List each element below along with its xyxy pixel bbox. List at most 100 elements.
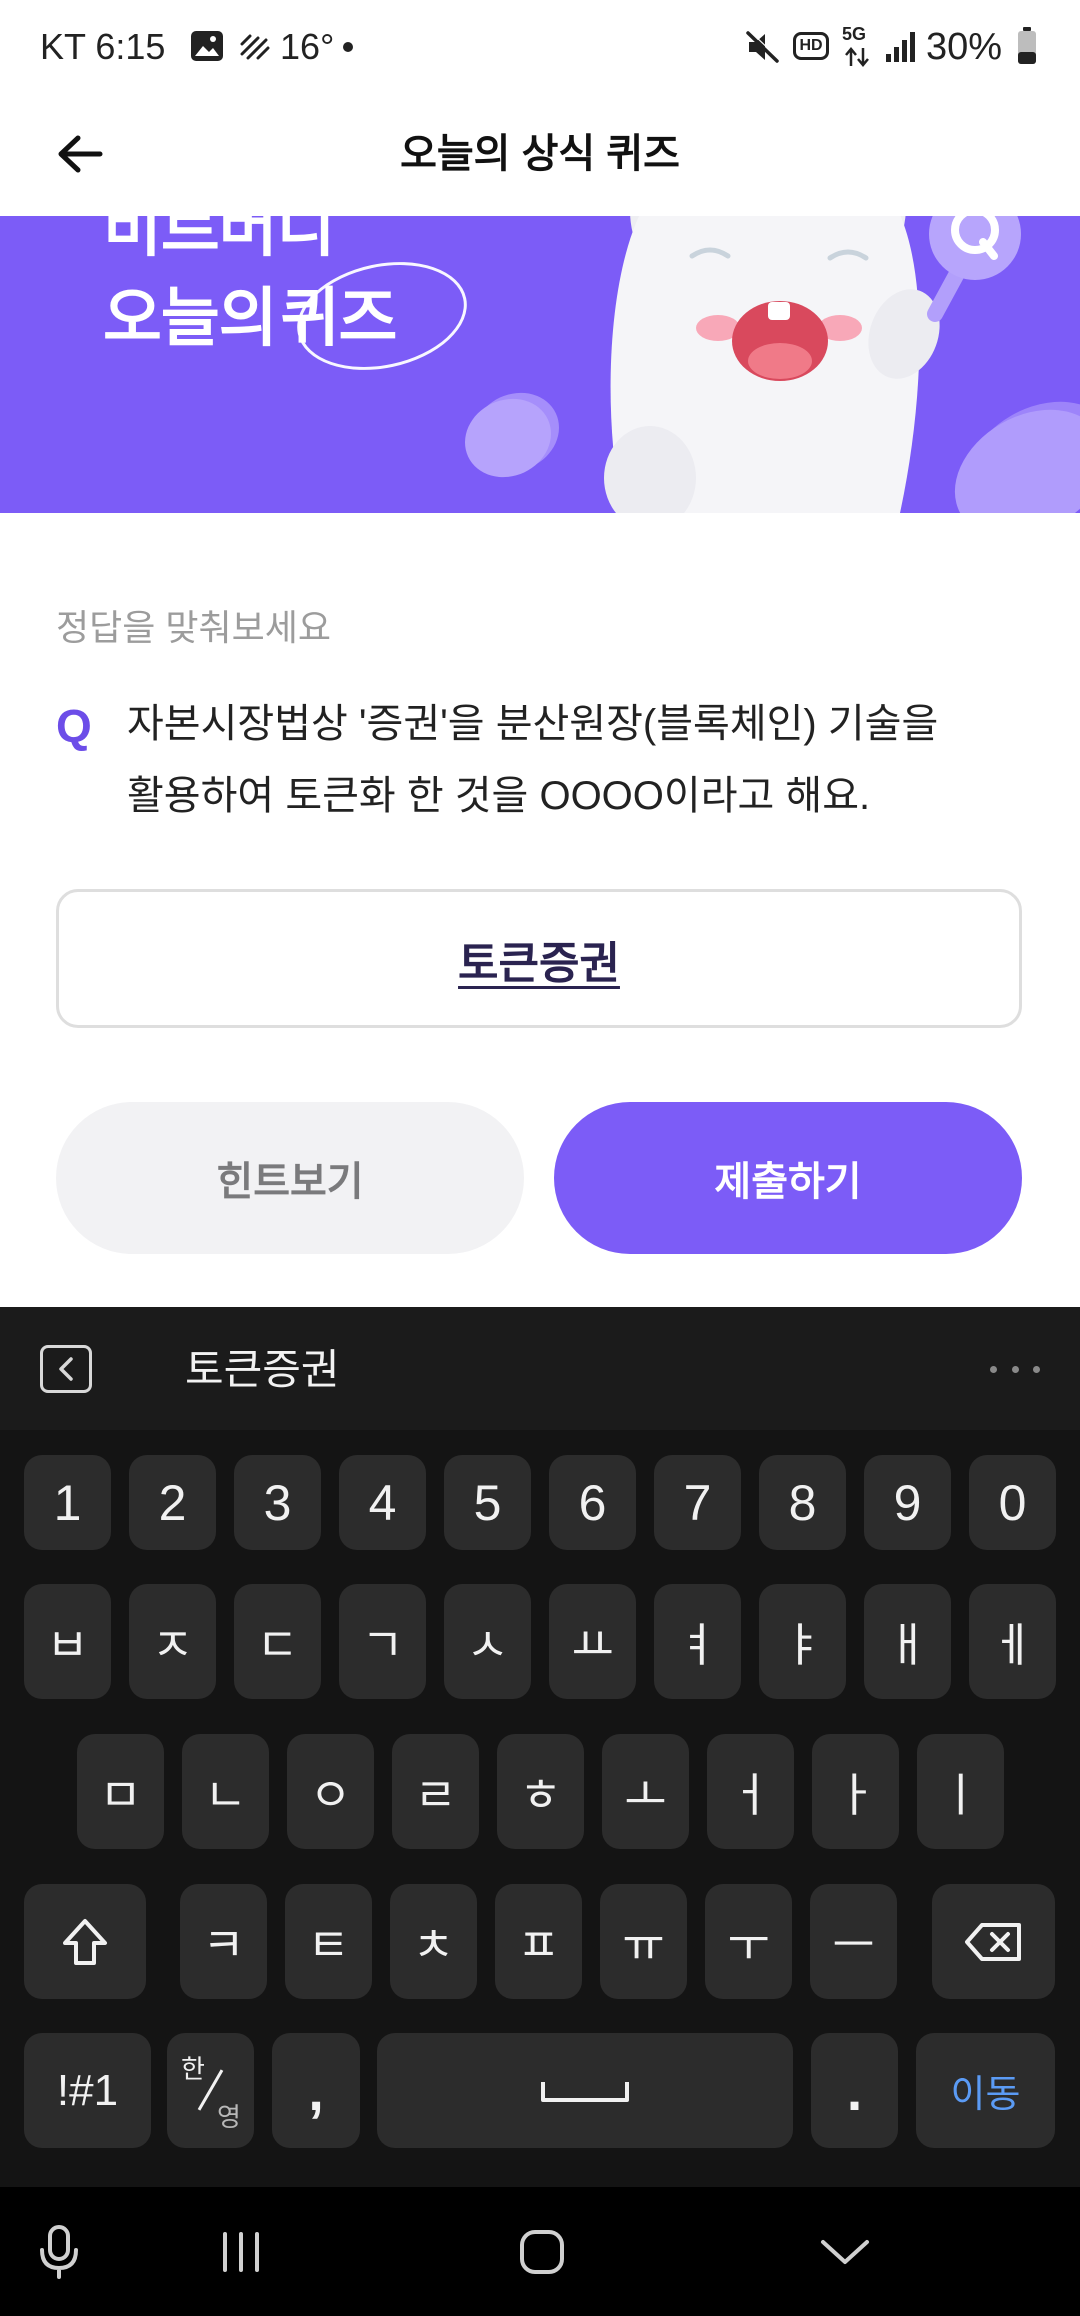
letter-key[interactable]: ㅍ bbox=[495, 1884, 582, 1999]
question-line-2: 활용하여 토큰화 한 것을 OOOO이라고 해요. bbox=[127, 774, 871, 818]
recent-apps-icon bbox=[223, 2232, 259, 2272]
space-key[interactable] bbox=[377, 2033, 793, 2148]
letter-key[interactable]: ㅁ bbox=[77, 1734, 164, 1849]
number-key[interactable]: 5 bbox=[444, 1455, 531, 1550]
question-text: 자본시장법상 '증권'을 분산원장(블록체인) 기술을 활용하여 토큰화 한 것… bbox=[127, 688, 1047, 832]
letter-key[interactable]: ㅅ bbox=[444, 1584, 531, 1699]
space-bar-icon bbox=[541, 2081, 629, 2102]
letter-key[interactable]: ㄱ bbox=[339, 1584, 426, 1699]
letter-key[interactable]: ㅗ bbox=[602, 1734, 689, 1849]
home-icon bbox=[520, 2230, 564, 2274]
weather-haze-icon bbox=[240, 34, 270, 60]
hide-keyboard-button[interactable] bbox=[800, 2207, 890, 2297]
more-options-button[interactable] bbox=[990, 1357, 1040, 1381]
language-toggle-bottom: 영 bbox=[217, 2102, 241, 2132]
temperature: 16° bbox=[280, 26, 335, 67]
language-toggle-top: 한 bbox=[181, 2054, 205, 2084]
more-dot bbox=[990, 1365, 997, 1373]
letter-key[interactable]: ㅓ bbox=[707, 1734, 794, 1849]
backspace-key[interactable] bbox=[932, 1884, 1055, 1999]
banner-title-prefix: 오늘의 bbox=[103, 282, 278, 354]
number-row: 1234567890 bbox=[24, 1455, 1056, 1550]
quiz-banner: 비트버디 오늘의퀴즈 bbox=[0, 216, 1080, 513]
number-key[interactable]: 8 bbox=[759, 1455, 846, 1550]
language-toggle-key[interactable]: 한 영 bbox=[167, 2033, 254, 2148]
period-key[interactable]: . bbox=[811, 2033, 898, 2148]
number-key[interactable]: 3 bbox=[234, 1455, 321, 1550]
letter-key[interactable]: ㅐ bbox=[864, 1584, 951, 1699]
hint-button[interactable]: 힌트보기 bbox=[56, 1102, 524, 1254]
letter-key[interactable]: ㄷ bbox=[234, 1584, 321, 1699]
enter-key[interactable]: 이동 bbox=[916, 2033, 1055, 2148]
mute-icon bbox=[746, 30, 780, 63]
backspace-icon bbox=[964, 1922, 1021, 1961]
symbols-key[interactable]: !#1 bbox=[24, 2033, 151, 2148]
recent-apps-button[interactable] bbox=[196, 2207, 286, 2297]
system-nav-bar bbox=[0, 2187, 1080, 2316]
keyboard: 토큰증권 1234567890 ㅂㅈㄷㄱㅅㅛㅕㅑㅐㅔ ㅁㄴㅇㄹㅎㅗㅓㅏㅣ ㅋㅌㅊ… bbox=[0, 1307, 1080, 2187]
number-key[interactable]: 2 bbox=[129, 1455, 216, 1550]
keyboard-toolbar-toggle-button[interactable] bbox=[40, 1345, 92, 1393]
number-key[interactable]: 1 bbox=[24, 1455, 111, 1550]
shift-icon bbox=[63, 1918, 107, 1965]
gallery-icon bbox=[191, 31, 223, 61]
data-arrows-icon bbox=[845, 47, 869, 67]
letter-key[interactable]: ㄹ bbox=[392, 1734, 479, 1849]
letter-key[interactable]: ㅜ bbox=[705, 1884, 792, 1999]
letter-key[interactable]: ㅌ bbox=[285, 1884, 372, 1999]
letter-key[interactable]: ㅊ bbox=[390, 1884, 477, 1999]
letter-key[interactable]: ㅏ bbox=[812, 1734, 899, 1849]
letter-key[interactable]: ㅎ bbox=[497, 1734, 584, 1849]
letter-key[interactable]: ㅛ bbox=[549, 1584, 636, 1699]
letter-row-1: ㅂㅈㄷㄱㅅㅛㅕㅑㅐㅔ bbox=[24, 1584, 1056, 1699]
signal-icon bbox=[886, 32, 915, 62]
number-key[interactable]: 9 bbox=[864, 1455, 951, 1550]
more-dot bbox=[1011, 1365, 1019, 1373]
letter-key[interactable]: ㄴ bbox=[182, 1734, 269, 1849]
letter-key[interactable]: ㅔ bbox=[969, 1584, 1056, 1699]
letter-row-3: ㅋㅌㅊㅍㅠㅜㅡ bbox=[24, 1884, 1055, 1999]
question-line-1: 자본시장법상 '증권'을 분산원장(블록체인) 기술을 bbox=[127, 702, 939, 746]
banner-title-line1: 비트버디 bbox=[103, 216, 336, 264]
letter-key[interactable]: ㅠ bbox=[600, 1884, 687, 1999]
battery-icon bbox=[1018, 27, 1036, 64]
letter-key[interactable]: ㅕ bbox=[654, 1584, 741, 1699]
letter-key[interactable]: ㅡ bbox=[810, 1884, 897, 1999]
letter-key[interactable]: ㅑ bbox=[759, 1584, 846, 1699]
comma-key[interactable]: , bbox=[272, 2033, 360, 2148]
answer-value: 토큰증권 bbox=[458, 938, 620, 988]
home-button[interactable] bbox=[497, 2207, 587, 2297]
letter-row-3-keys: ㅋㅌㅊㅍㅠㅜㅡ bbox=[180, 1884, 897, 1999]
notification-dot-icon bbox=[343, 42, 353, 52]
microphone-icon bbox=[40, 2225, 78, 2279]
network-5g-icon: 5G bbox=[840, 24, 874, 70]
number-key[interactable]: 0 bbox=[969, 1455, 1056, 1550]
question-mark-label: Q bbox=[56, 700, 92, 752]
word-suggestion[interactable]: 토큰증권 bbox=[185, 1345, 340, 1395]
network-label: 5G bbox=[842, 24, 867, 44]
letter-key[interactable]: ㅋ bbox=[180, 1884, 267, 1999]
carrier-time: KT 6:15 bbox=[40, 26, 166, 67]
number-key[interactable]: 4 bbox=[339, 1455, 426, 1550]
submit-button[interactable]: 제출하기 bbox=[554, 1102, 1022, 1254]
shift-key[interactable] bbox=[24, 1884, 146, 1999]
keyboard-toolbar: 토큰증권 bbox=[0, 1307, 1080, 1430]
hide-keyboard-icon bbox=[821, 2240, 869, 2264]
page-title: 오늘의 상식 퀴즈 bbox=[400, 132, 680, 176]
number-key[interactable]: 7 bbox=[654, 1455, 741, 1550]
number-key[interactable]: 6 bbox=[549, 1455, 636, 1550]
hd-label: HD bbox=[799, 37, 823, 54]
letter-key[interactable]: ㅈ bbox=[129, 1584, 216, 1699]
app-header: 오늘의 상식 퀴즈 bbox=[0, 92, 1080, 216]
letter-key[interactable]: ㅂ bbox=[24, 1584, 111, 1699]
answer-input[interactable]: 토큰증권 bbox=[56, 889, 1022, 1028]
letter-key[interactable]: ㅣ bbox=[917, 1734, 1004, 1849]
bottom-row: !#1 한 영 , . 이동 bbox=[24, 2033, 1055, 2148]
more-dot bbox=[1033, 1365, 1040, 1373]
status-bar: KT 6:15 16° HD 5G 30% bbox=[0, 0, 1080, 92]
battery-percent: 30% bbox=[926, 26, 1003, 68]
voice-input-button[interactable] bbox=[14, 2207, 104, 2297]
letter-key[interactable]: ㅇ bbox=[287, 1734, 374, 1849]
chevron-left-icon bbox=[59, 1357, 73, 1381]
quiz-prompt: 정답을 맞춰보세요 bbox=[56, 607, 331, 648]
